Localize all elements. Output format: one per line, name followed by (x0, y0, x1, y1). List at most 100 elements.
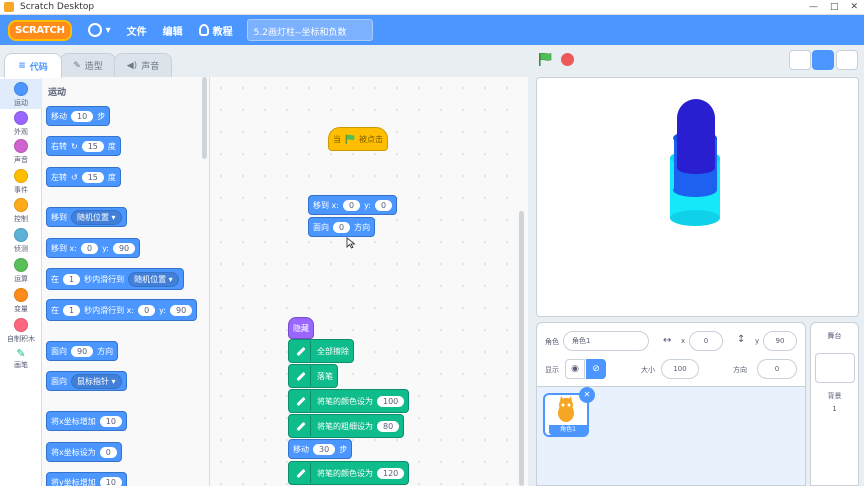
tab-sounds-label: 声音 (141, 62, 160, 72)
x-input[interactable]: 0 (342, 199, 361, 211)
category-my-blocks[interactable]: 自制积木 (0, 318, 42, 344)
small-stage-button[interactable] (789, 50, 811, 70)
set-x-block[interactable]: 将x坐标设为 0 (46, 442, 122, 462)
block-text: 移到 x: (313, 200, 339, 210)
fullscreen-button[interactable] (836, 50, 858, 70)
change-y-input[interactable]: 10 (99, 476, 122, 486)
x-input[interactable]: 0 (80, 242, 99, 254)
stop-button[interactable] (561, 53, 574, 66)
steps-input[interactable]: 10 (71, 110, 94, 122)
tutorials-label: 教程 (212, 26, 233, 38)
category-variables[interactable]: 变量 (0, 288, 42, 314)
glide-block[interactable]: 在 1 秒内滑行到 随机位置 ▾ (46, 268, 184, 290)
category-sound[interactable]: 声音 (0, 139, 42, 165)
stage-thumbnail[interactable] (815, 353, 855, 383)
pen-size-input[interactable]: 80 (377, 420, 400, 432)
when-flag-clicked-block[interactable]: 当 被点击 (328, 127, 388, 151)
normal-stage-button[interactable] (812, 50, 834, 70)
size-label: 大小 (641, 366, 655, 374)
color-value-input[interactable]: 100 (377, 395, 405, 407)
set-pen-color-block[interactable]: 将笔的颜色设为 100 (288, 389, 410, 413)
y-input[interactable]: 90 (170, 304, 193, 316)
category-control[interactable]: 控制 (0, 198, 42, 224)
glide-xy-block[interactable]: 在 1 秒内滑行到 x: 0 y: 90 (46, 299, 198, 321)
stage-canvas[interactable] (536, 77, 859, 317)
block-text: 秒内滑行到 (84, 274, 125, 284)
tutorials-menu[interactable]: 教程 (198, 23, 233, 38)
y-input[interactable]: 90 (112, 242, 136, 254)
app-icon (4, 2, 14, 12)
hide-eye-button[interactable]: ⊘ (586, 359, 606, 379)
scratch-logo[interactable]: SCRATCH (8, 19, 72, 41)
hide-block[interactable]: 隐藏 (288, 317, 314, 339)
sprite-thumbnail[interactable]: 角色1 ✕ (543, 387, 595, 437)
minimize-button[interactable]: — (809, 0, 818, 15)
category-sensing[interactable]: 侦测 (0, 228, 42, 254)
glide-target-dropdown[interactable]: 随机位置 ▾ (128, 271, 179, 287)
point-direction-block[interactable]: 面向 0 方向 (308, 217, 376, 237)
language-menu[interactable]: ▾ (87, 23, 111, 37)
block-text: 将笔的粗细设为 (317, 421, 373, 431)
point-towards-block[interactable]: 面向 鼠标指针 ▾ (46, 371, 127, 391)
delete-sprite-button[interactable]: ✕ (579, 387, 595, 403)
file-menu[interactable]: 文件 (127, 23, 147, 38)
direction-label: 方向 (733, 366, 747, 374)
category-operators[interactable]: 运算 (0, 258, 42, 284)
steps-input[interactable]: 30 (313, 443, 336, 455)
category-label: 运动 (14, 99, 28, 107)
set-x-input[interactable]: 0 (99, 446, 117, 458)
goto-block[interactable]: 移到 随机位置 ▾ (46, 207, 127, 227)
project-title-input[interactable]: 5.2画灯柱--坐标和负数 (246, 19, 373, 41)
pen-down-block[interactable]: 落笔 (288, 364, 338, 388)
palette-scrollbar[interactable] (202, 77, 207, 159)
tab-costumes[interactable]: ✎ 造型 (60, 53, 116, 77)
degrees-input[interactable]: 15 (81, 140, 104, 152)
maximize-button[interactable]: □ (830, 0, 839, 15)
y-input[interactable]: 0 (374, 199, 393, 211)
pen-icon (291, 416, 311, 436)
seconds-input[interactable]: 1 (63, 304, 81, 316)
goto-xy-block[interactable]: 移到 x: 0 y: 90 (46, 238, 141, 258)
turn-right-block[interactable]: 右转 ↻ 15 度 (46, 136, 121, 156)
degrees-input[interactable]: 15 (81, 171, 104, 183)
move-steps-block[interactable]: 移动 10 步 (46, 106, 111, 126)
tab-code[interactable]: ≡ 代码 (4, 53, 62, 78)
tab-sounds[interactable]: ◀) 声音 (114, 53, 172, 77)
y-position-input[interactable]: 90 (763, 331, 797, 351)
sprite-name-input[interactable]: 角色1 (563, 331, 649, 351)
change-y-block[interactable]: 将y坐标增加 10 (46, 472, 127, 486)
goto-xy-block[interactable]: 移到 x: 0 y: 0 (308, 195, 398, 215)
code-scrollbar[interactable] (519, 211, 524, 486)
block-text: 方向 (354, 222, 371, 232)
direction-input[interactable]: 0 (333, 221, 351, 233)
category-looks[interactable]: 外观 (0, 111, 42, 137)
pen-icon (291, 366, 311, 386)
block-text: 移到 x: (51, 243, 77, 253)
show-eye-button[interactable]: ◉ (565, 359, 585, 379)
change-x-input[interactable]: 10 (99, 415, 122, 427)
code-area[interactable]: 当 被点击 移到 x: 0 y: 0 面向 0 方向 隐藏 全部擦除 落笔 将笔… (210, 77, 528, 486)
towards-dropdown[interactable]: 鼠标指针 ▾ (71, 373, 122, 389)
x-input[interactable]: 0 (138, 304, 156, 316)
direction-input[interactable]: 0 (757, 359, 797, 379)
category-motion[interactable]: 运动 (0, 79, 42, 109)
direction-input[interactable]: 90 (71, 345, 94, 357)
category-events[interactable]: 事件 (0, 169, 42, 195)
x-position-input[interactable]: 0 (689, 331, 723, 351)
turn-left-block[interactable]: 左转 ↺ 15 度 (46, 167, 121, 187)
close-button[interactable]: ✕ (850, 0, 858, 15)
pen-clear-block[interactable]: 全部擦除 (288, 339, 354, 363)
set-pen-color-block[interactable]: 将笔的颜色设为 120 (288, 461, 410, 485)
stage-selector[interactable]: 舞台 背景 1 (810, 322, 859, 486)
goto-target-dropdown[interactable]: 随机位置 ▾ (71, 209, 122, 225)
color-value-input[interactable]: 120 (377, 467, 405, 479)
size-input[interactable]: 100 (661, 359, 699, 379)
seconds-input[interactable]: 1 (63, 273, 81, 285)
move-steps-block[interactable]: 移动 30 步 (288, 439, 353, 459)
edit-menu[interactable]: 编辑 (163, 23, 183, 38)
category-pen[interactable]: ✎ 画笔 (0, 348, 42, 370)
green-flag-icon[interactable] (538, 52, 552, 66)
change-x-block[interactable]: 将x坐标增加 10 (46, 411, 127, 431)
set-pen-size-block[interactable]: 将笔的粗细设为 80 (288, 414, 405, 438)
point-direction-block[interactable]: 面向 90 方向 (46, 341, 119, 361)
